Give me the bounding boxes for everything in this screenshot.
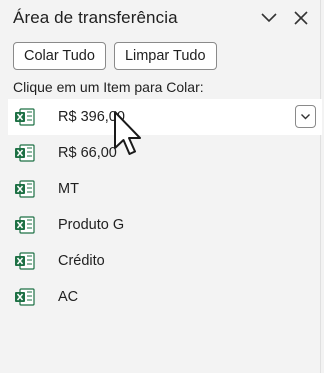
pane-header: Área de transferência	[13, 6, 314, 30]
clipboard-item-label: AC	[58, 289, 79, 305]
clipboard-item[interactable]: R$ 396,00	[8, 99, 322, 135]
clipboard-item[interactable]: AC	[8, 279, 322, 315]
clipboard-item-label: Produto G	[58, 217, 125, 233]
pane-title: Área de transferência	[13, 8, 178, 27]
action-buttons: Colar Tudo Limpar Tudo	[13, 42, 217, 70]
item-options-dropdown[interactable]	[295, 105, 316, 128]
clipboard-item[interactable]: R$ 66,00	[8, 135, 322, 171]
clear-all-button[interactable]: Limpar Tudo	[113, 42, 217, 70]
paste-all-button[interactable]: Colar Tudo	[13, 42, 106, 70]
chevron-down-icon	[301, 113, 310, 119]
chevron-down-icon	[261, 13, 277, 23]
mouse-pointer-icon	[114, 111, 141, 155]
clipboard-item-label: R$ 66,00	[58, 145, 117, 161]
clipboard-item[interactable]: Crédito	[8, 243, 322, 279]
close-button[interactable]	[288, 6, 314, 30]
clipboard-item-label: MT	[58, 181, 79, 197]
clipboard-item-list: R$ 396,00 R$ 66,00 MT Produto G Crédito …	[8, 99, 322, 315]
excel-icon	[15, 216, 35, 234]
clipboard-item-label: Crédito	[58, 253, 105, 269]
clipboard-item[interactable]: Produto G	[8, 207, 322, 243]
close-icon	[294, 11, 308, 25]
excel-icon	[15, 288, 35, 306]
excel-icon	[15, 252, 35, 270]
pane-options-button[interactable]	[256, 6, 282, 30]
excel-icon	[15, 144, 35, 162]
clipboard-item[interactable]: MT	[8, 171, 322, 207]
excel-icon	[15, 108, 35, 126]
clipboard-pane: Área de transferência Colar Tudo Limpar …	[0, 0, 322, 373]
excel-icon	[15, 180, 35, 198]
instruction-text: Clique em um Item para Colar:	[13, 79, 204, 95]
